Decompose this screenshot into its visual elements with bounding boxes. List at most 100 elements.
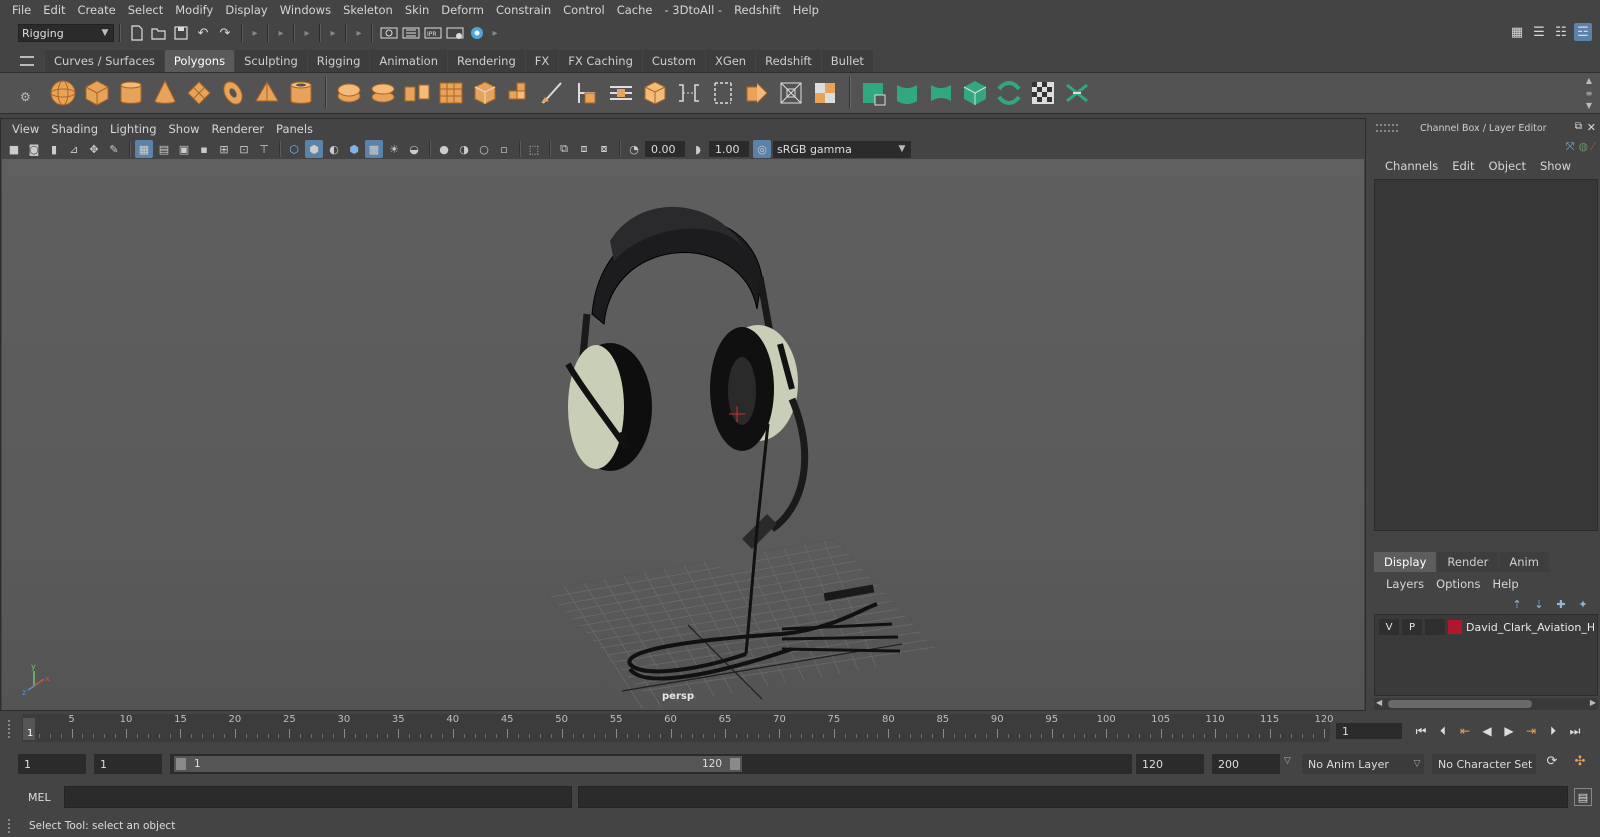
separate-icon[interactable] — [367, 77, 399, 109]
hypershade-icon[interactable] — [468, 24, 486, 42]
soft-mod-icon[interactable] — [809, 77, 841, 109]
play-backwards-icon[interactable]: ◀ — [1476, 720, 1498, 742]
menu-3dtoall[interactable]: - 3DtoAll - — [658, 3, 728, 17]
bookmark-icon[interactable]: ▮ — [45, 140, 63, 158]
menu-skeleton[interactable]: Skeleton — [337, 3, 399, 17]
menu-cache[interactable]: Cache — [611, 3, 659, 17]
layer-menu-options[interactable]: Options — [1430, 577, 1486, 591]
shelf-tab-fx-caching[interactable]: FX Caching — [559, 50, 642, 72]
exposure-field[interactable]: 0.00 — [645, 141, 685, 157]
poly-plane-icon[interactable] — [183, 77, 215, 109]
auto-key-icon[interactable]: ⟳ — [1542, 754, 1562, 774]
xray-joints-icon[interactable]: ⧇ — [595, 140, 613, 158]
range-slider-bar[interactable]: 1 120 — [170, 754, 1132, 774]
view-transform-dropdown[interactable]: sRGB gamma ▼ — [773, 140, 911, 158]
smooth-icon[interactable] — [435, 77, 467, 109]
append-icon[interactable] — [707, 77, 739, 109]
extract-icon[interactable] — [401, 77, 433, 109]
menu-control[interactable]: Control — [557, 3, 611, 17]
new-layer-selected-icon[interactable]: ✦ — [1572, 596, 1594, 612]
playback-end-field[interactable]: 120 — [1136, 754, 1204, 774]
channel-box-menu-show[interactable]: Show — [1533, 159, 1578, 173]
anti-aliasing-icon[interactable]: ○ — [475, 140, 493, 158]
combine-icon[interactable] — [333, 77, 365, 109]
shelf-menu-icon[interactable] — [20, 56, 34, 66]
render-frame-icon[interactable] — [402, 24, 420, 42]
shadows-icon[interactable]: ◒ — [405, 140, 423, 158]
safe-title-icon[interactable]: ⊤ — [255, 140, 273, 158]
shelf-tab-polygons[interactable]: Polygons — [164, 50, 235, 72]
gamma-field[interactable]: 1.00 — [709, 141, 749, 157]
channel-box-list[interactable] — [1374, 179, 1598, 531]
speed-icon[interactable]: ◍ — [1579, 140, 1589, 154]
bridge-icon[interactable] — [571, 77, 603, 109]
render-view-icon[interactable] — [380, 24, 398, 42]
shelf-tab-rigging[interactable]: Rigging — [307, 50, 370, 72]
menu-constrain[interactable]: Constrain — [490, 3, 557, 17]
field-chart-icon[interactable]: ⊞ — [215, 140, 233, 158]
layer-color-swatch[interactable] — [1448, 620, 1462, 634]
automatic-uv-icon[interactable] — [993, 77, 1025, 109]
grease-pencil-icon[interactable]: ✎ — [105, 140, 123, 158]
anim-layer-dropdown[interactable]: No Anim Layer ▽ — [1302, 754, 1424, 774]
undo-icon[interactable]: ↶ — [194, 24, 212, 42]
film-gate-icon[interactable]: ▤ — [155, 140, 173, 158]
planar-uv-icon[interactable] — [891, 77, 923, 109]
channel-box-menu-channels[interactable]: Channels — [1378, 159, 1445, 173]
grid-icon[interactable]: ▦ — [135, 140, 153, 158]
save-scene-icon[interactable] — [172, 24, 190, 42]
go-to-start-icon[interactable]: ⏮ — [1410, 720, 1432, 742]
scrollbar-thumb[interactable] — [1388, 700, 1532, 708]
chevron-up-icon[interactable]: ▲ — [1586, 76, 1592, 85]
layer-list-scrollbar[interactable]: ◀ ▶ — [1374, 698, 1598, 710]
poly-pipe-icon[interactable] — [285, 77, 317, 109]
attribute-editor-icon[interactable]: ☰ — [1530, 23, 1548, 41]
gear-icon[interactable]: ⚙ — [20, 90, 34, 104]
menu-icon[interactable]: ≡ — [1586, 89, 1593, 98]
viewport-canvas[interactable]: y x z — [2, 159, 1364, 710]
close-icon[interactable]: ✕ — [1587, 121, 1596, 134]
channel-box-menu-edit[interactable]: Edit — [1445, 159, 1481, 173]
exposure-icon[interactable]: ◔ — [625, 140, 643, 158]
current-frame-field[interactable]: 1 — [1336, 723, 1402, 739]
shelf-tab-custom[interactable]: Custom — [642, 50, 705, 72]
layer-visibility-toggle[interactable]: V — [1379, 619, 1399, 635]
insert-edge-loop-icon[interactable] — [639, 77, 671, 109]
poly-pyramid-icon[interactable] — [251, 77, 283, 109]
motion-blur-icon[interactable]: ◑ — [455, 140, 473, 158]
use-default-material-icon[interactable]: ◐ — [325, 140, 343, 158]
smooth-shade-icon[interactable]: ⬢ — [305, 140, 323, 158]
wireframe-icon[interactable]: ⬡ — [285, 140, 303, 158]
menu-edit[interactable]: Edit — [37, 3, 71, 17]
shelf-tab-sculpting[interactable]: Sculpting — [235, 50, 307, 72]
image-plane-icon[interactable]: ⊿ — [65, 140, 83, 158]
channel-box-icon[interactable]: ☲ — [1574, 23, 1592, 41]
menu-skin[interactable]: Skin — [399, 3, 435, 17]
layer-menu-help[interactable]: Help — [1486, 577, 1524, 591]
poly-torus-icon[interactable] — [217, 77, 249, 109]
viewport-menu-lighting[interactable]: Lighting — [104, 122, 162, 136]
wireframe-on-shaded-icon[interactable]: ⬢ — [345, 140, 363, 158]
xray-icon[interactable]: ⧉ — [555, 140, 573, 158]
menu-deform[interactable]: Deform — [435, 3, 490, 17]
step-forward-frame-icon[interactable]: ⏵ — [1542, 720, 1564, 742]
help-line-grip[interactable] — [8, 819, 11, 833]
float-panel-icon[interactable]: ⧉ — [1575, 121, 1582, 132]
range-slider-thumb[interactable]: 1 120 — [174, 756, 742, 772]
menuset-dropdown[interactable]: Rigging ▼ — [18, 24, 114, 42]
panel-grip-handle[interactable] — [1376, 124, 1398, 132]
wedge-icon[interactable] — [775, 77, 807, 109]
merge-icon[interactable] — [673, 77, 705, 109]
screen-space-ao-icon[interactable]: ● — [435, 140, 453, 158]
script-editor-icon[interactable]: ▤ — [1574, 788, 1592, 806]
menu-file[interactable]: File — [6, 3, 37, 17]
chevron-right-icon[interactable]: ▶ — [1590, 698, 1596, 707]
animation-preferences-icon[interactable]: ✣ — [1570, 754, 1590, 774]
shelf-tab-redshift[interactable]: Redshift — [756, 50, 821, 72]
resolution-gate-icon[interactable]: ▣ — [175, 140, 193, 158]
script-language-toggle[interactable]: MEL — [28, 791, 51, 804]
poly-cube-icon[interactable] — [81, 77, 113, 109]
tab-render[interactable]: Render — [1437, 552, 1499, 572]
textured-icon[interactable]: ▩ — [365, 140, 383, 158]
shelf-tab-rendering[interactable]: Rendering — [448, 50, 525, 72]
